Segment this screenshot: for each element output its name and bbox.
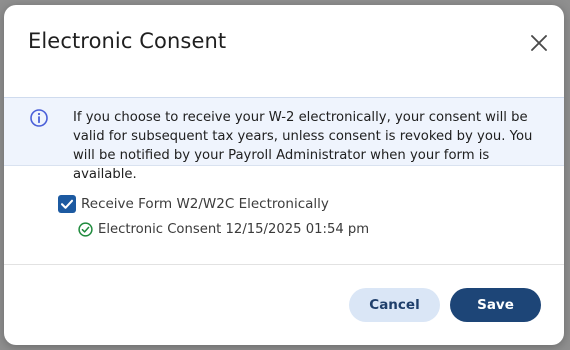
close-button[interactable]: [528, 32, 550, 54]
info-icon: [30, 109, 48, 127]
receive-electronically-checkbox[interactable]: [58, 195, 76, 213]
info-banner: If you choose to receive your W-2 electr…: [4, 97, 564, 182]
checkbox-label[interactable]: Receive Form W2/W2C Electronically: [81, 196, 329, 212]
electronic-consent-dialog: Electronic Consent If you choose to rece…: [4, 5, 564, 345]
cancel-button[interactable]: Cancel: [349, 288, 440, 322]
checkmark-icon: [60, 199, 74, 209]
close-icon: [531, 35, 547, 51]
dialog-header: Electronic Consent: [4, 5, 564, 97]
consent-section: Receive Form W2/W2C Electronically Elect…: [4, 166, 564, 264]
dialog-title: Electronic Consent: [28, 29, 227, 53]
check-circle-icon: [78, 222, 93, 237]
save-button[interactable]: Save: [450, 288, 541, 322]
consent-status-text: Electronic Consent 12/15/2025 01:54 pm: [98, 222, 370, 237]
footer-divider: [4, 264, 564, 265]
